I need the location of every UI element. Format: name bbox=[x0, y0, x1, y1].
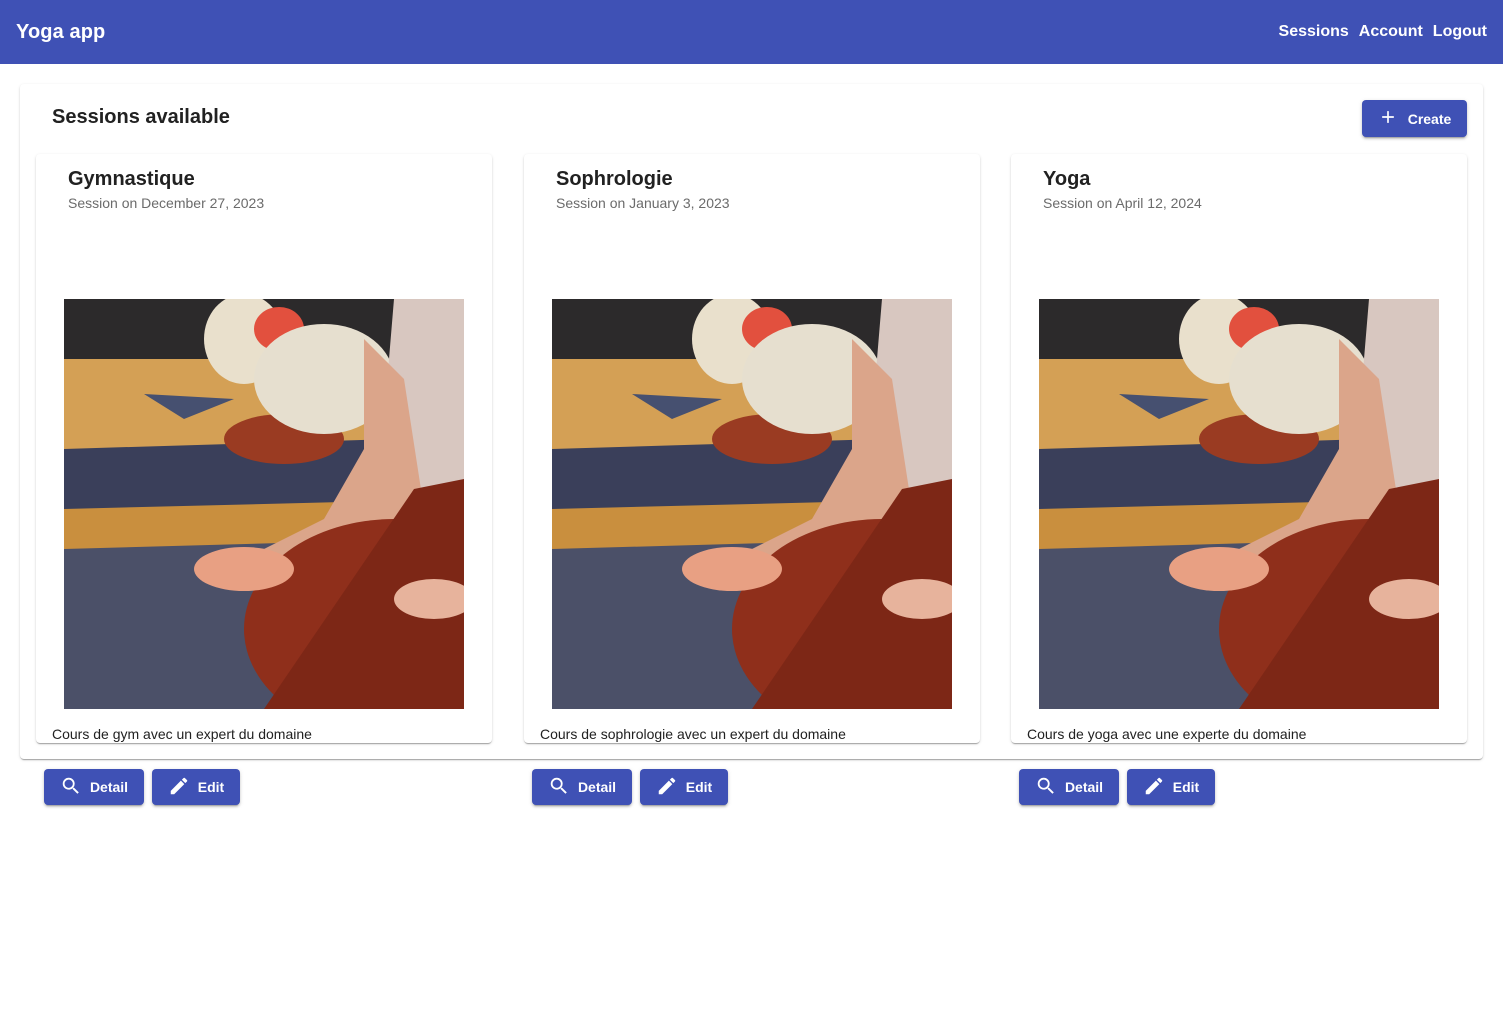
edit-button[interactable]: Edit bbox=[640, 769, 728, 805]
edit-button[interactable]: Edit bbox=[152, 769, 240, 805]
pencil-icon bbox=[168, 775, 190, 800]
page-title: Sessions available bbox=[52, 106, 230, 128]
search-icon bbox=[1035, 775, 1057, 800]
edit-label: Edit bbox=[197, 779, 225, 795]
app-title: Yoga app bbox=[16, 20, 106, 43]
edit-button[interactable]: Edit bbox=[1127, 769, 1215, 805]
pencil-icon bbox=[656, 775, 678, 800]
search-icon bbox=[60, 775, 82, 800]
session-date: Session on December 27, 2023 bbox=[68, 195, 265, 211]
create-session-button[interactable]: Create bbox=[1362, 100, 1467, 137]
session-title: Sophrologie bbox=[556, 168, 673, 190]
edit-label: Edit bbox=[685, 779, 713, 795]
session-description: Cours de gym avec un expert du domaine bbox=[52, 726, 312, 742]
detail-button[interactable]: Detail bbox=[1019, 769, 1119, 805]
search-icon bbox=[548, 775, 570, 800]
session-card: Gymnastique Session on December 27, 2023 bbox=[36, 154, 492, 805]
session-title: Yoga bbox=[1043, 168, 1091, 190]
detail-label: Detail bbox=[89, 779, 129, 795]
create-label: Create bbox=[1407, 110, 1452, 127]
session-title: Gymnastique bbox=[68, 168, 195, 190]
nav-sessions-link[interactable]: Sessions bbox=[1279, 23, 1349, 41]
edit-label: Edit bbox=[1172, 779, 1200, 795]
plus-icon bbox=[1378, 107, 1398, 130]
detail-label: Detail bbox=[577, 779, 617, 795]
pencil-icon bbox=[1143, 775, 1165, 800]
session-card: Yoga Session on April 12, 2024 Cours de … bbox=[1011, 154, 1467, 805]
top-nav: Sessions Account Logout bbox=[1279, 23, 1487, 41]
sessions-panel: Sessions available Create Gymnastique Se… bbox=[20, 84, 1483, 805]
nav-logout-link[interactable]: Logout bbox=[1433, 23, 1487, 41]
session-actions: Detail Edit bbox=[1019, 769, 1215, 805]
session-image bbox=[1039, 299, 1439, 709]
detail-button[interactable]: Detail bbox=[44, 769, 144, 805]
session-image bbox=[552, 299, 952, 709]
session-actions: Detail Edit bbox=[532, 769, 728, 805]
session-description: Cours de sophrologie avec un expert du d… bbox=[540, 726, 846, 742]
session-card: Sophrologie Session on January 3, 2023 C… bbox=[524, 154, 980, 805]
session-image bbox=[64, 299, 464, 709]
session-date: Session on January 3, 2023 bbox=[556, 195, 730, 211]
session-date: Session on April 12, 2024 bbox=[1043, 195, 1202, 211]
session-description: Cours de yoga avec une experte du domain… bbox=[1027, 726, 1307, 742]
nav-account-link[interactable]: Account bbox=[1359, 23, 1423, 41]
session-actions: Detail Edit bbox=[44, 769, 240, 805]
detail-button[interactable]: Detail bbox=[532, 769, 632, 805]
detail-label: Detail bbox=[1064, 779, 1104, 795]
top-toolbar: Yoga app Sessions Account Logout bbox=[0, 0, 1503, 64]
